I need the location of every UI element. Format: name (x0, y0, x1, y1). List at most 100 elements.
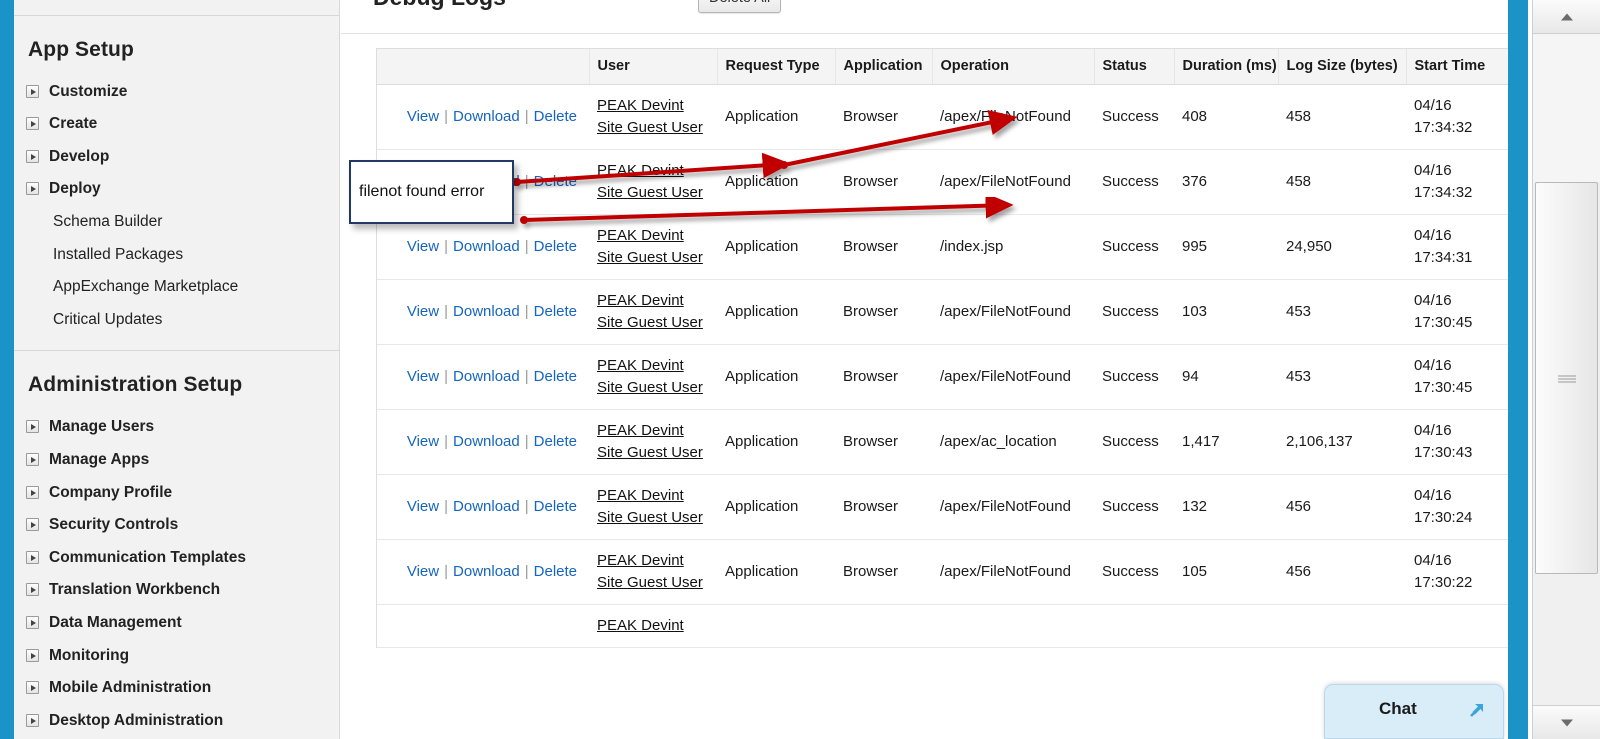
expand-triangle-icon[interactable] (26, 84, 39, 98)
expand-triangle-icon[interactable] (26, 485, 39, 499)
delete-link[interactable]: Delete (534, 173, 577, 190)
expand-triangle-icon[interactable] (26, 615, 39, 629)
column-header-request-type[interactable]: Request Type (717, 49, 836, 85)
view-link[interactable]: View (407, 498, 439, 515)
column-header-operation[interactable]: Operation (932, 49, 1095, 85)
expand-triangle-icon[interactable] (26, 452, 39, 466)
start-date: 04/16 (1414, 97, 1452, 114)
delete-link[interactable]: Delete (534, 303, 577, 320)
sidebar-section-spacer (14, 1, 339, 15)
sidebar-item-mobile-administration[interactable]: Mobile Administration (14, 672, 339, 705)
expand-triangle-icon[interactable] (26, 583, 39, 597)
download-link[interactable]: Download (453, 498, 520, 515)
expand-triangle-icon[interactable] (26, 713, 39, 727)
operation-cell: /apex/FileNotFound (932, 279, 1094, 345)
download-link[interactable]: Download (453, 238, 520, 255)
sidebar-item-label: Create (49, 115, 98, 133)
user-link[interactable]: PEAK Devint (597, 615, 711, 637)
column-header-duration-ms[interactable]: Duration (ms) (1174, 49, 1279, 85)
sidebar-item-communication-templates[interactable]: Communication Templates (14, 542, 339, 575)
delete-link[interactable]: Delete (534, 563, 577, 580)
delete-all-button[interactable]: Delete All (698, 0, 782, 13)
sidebar-item-manage-apps[interactable]: Manage Apps (14, 444, 339, 477)
sidebar-item-schema-builder[interactable]: Schema Builder (14, 206, 339, 239)
application-cell: Browser (835, 344, 932, 410)
sidebar-item-label: Monitoring (49, 646, 130, 664)
sidebar-item-create[interactable]: Create (14, 108, 339, 141)
table-row: View |Download| Delete PEAK Devint Site Gue… (377, 344, 1508, 410)
user-link[interactable]: PEAK Devint Site Guest User (597, 160, 711, 204)
user-link[interactable]: PEAK Devint Site Guest User (597, 485, 711, 529)
sidebar-item-translation-workbench[interactable]: Translation Workbench (14, 574, 339, 607)
user-link[interactable]: PEAK Devint Site Guest User (597, 355, 711, 399)
start-time-cell: 04/16 17:34:32 (1406, 84, 1508, 150)
expand-triangle-icon[interactable] (26, 681, 39, 695)
start-clock: 17:30:43 (1414, 444, 1473, 461)
expand-triangle-icon[interactable] (26, 149, 39, 163)
delete-link[interactable]: Delete (534, 238, 577, 255)
expand-triangle-icon[interactable] (26, 182, 39, 196)
delete-link[interactable]: Delete (534, 498, 577, 515)
scroll-down-button[interactable] (1533, 705, 1600, 739)
start-date: 04/16 (1414, 292, 1452, 309)
page-scrollbar[interactable] (1532, 0, 1600, 739)
sidebar-item-installed-packages[interactable]: Installed Packages (14, 239, 339, 272)
view-link[interactable]: View (407, 563, 439, 580)
start-date: 04/16 (1414, 357, 1452, 374)
download-link[interactable]: Download (453, 108, 520, 125)
expand-arrow-icon[interactable] (1467, 700, 1487, 720)
download-link[interactable]: Download (453, 303, 520, 320)
view-link[interactable]: View (407, 368, 439, 385)
expand-triangle-icon[interactable] (26, 117, 39, 131)
sidebar-item-data-management[interactable]: Data Management (14, 607, 339, 640)
sidebar-item-desktop-administration[interactable]: Desktop Administration (14, 705, 339, 738)
operation-cell: /apex/FileNotFound (932, 84, 1094, 150)
download-link[interactable]: Download (453, 368, 520, 385)
sidebar-item-customize[interactable]: Customize (14, 76, 339, 109)
column-header-user[interactable]: User (589, 49, 718, 85)
request-type-cell: Application (717, 279, 835, 345)
view-link[interactable]: View (407, 303, 439, 320)
table-row: View |Download| Delete PEAK Devint Site Gue… (377, 539, 1508, 605)
expand-triangle-icon[interactable] (26, 648, 39, 662)
user-link[interactable]: PEAK Devint Site Guest User (597, 420, 711, 464)
delete-link[interactable]: Delete (534, 108, 577, 125)
user-link[interactable]: PEAK Devint Site Guest User (597, 95, 711, 139)
scrollbar-track[interactable] (1533, 34, 1600, 182)
column-header-actions[interactable] (377, 49, 590, 85)
expand-triangle-icon[interactable] (26, 550, 39, 564)
sidebar-item-security-controls[interactable]: Security Controls (14, 509, 339, 542)
log-size-cell: 456 (1278, 539, 1406, 605)
user-link[interactable]: PEAK Devint Site Guest User (597, 225, 711, 269)
log-size-cell: 453 (1278, 344, 1406, 410)
column-header-start-time[interactable]: Start Time (1406, 49, 1508, 85)
sidebar-item-critical-updates[interactable]: Critical Updates (14, 304, 339, 337)
view-link[interactable]: View (407, 433, 439, 450)
expand-triangle-icon[interactable] (26, 518, 39, 532)
column-header-log-size-bytes[interactable]: Log Size (bytes) (1278, 49, 1407, 85)
sidebar-item-company-profile[interactable]: Company Profile (14, 477, 339, 510)
status-cell: Success (1094, 409, 1174, 475)
right-accent-bar (1508, 0, 1528, 739)
sidebar-item-manage-users[interactable]: Manage Users (14, 411, 339, 444)
expand-triangle-icon[interactable] (26, 420, 39, 434)
sidebar-item-develop[interactable]: Develop (14, 141, 339, 174)
operation-cell (932, 604, 1094, 648)
delete-link[interactable]: Delete (534, 433, 577, 450)
scroll-up-button[interactable] (1533, 0, 1600, 34)
sidebar-item-appexchange-marketplace[interactable]: AppExchange Marketplace (14, 271, 339, 304)
user-link[interactable]: PEAK Devint Site Guest User (597, 550, 711, 594)
user-link[interactable]: PEAK Devint Site Guest User (597, 290, 711, 334)
scrollbar-thumb[interactable] (1535, 182, 1598, 574)
column-header-status[interactable]: Status (1094, 49, 1175, 85)
sidebar-item-monitoring[interactable]: Monitoring (14, 640, 339, 673)
download-link[interactable]: Download (453, 563, 520, 580)
view-link[interactable]: View (407, 238, 439, 255)
sidebar-item-deploy[interactable]: Deploy (14, 173, 339, 206)
chat-widget[interactable]: Chat (1324, 684, 1504, 739)
view-link[interactable]: View (407, 108, 439, 125)
status-cell: Success (1094, 149, 1174, 215)
delete-link[interactable]: Delete (534, 368, 577, 385)
column-header-application[interactable]: Application (835, 49, 933, 85)
download-link[interactable]: Download (453, 433, 520, 450)
